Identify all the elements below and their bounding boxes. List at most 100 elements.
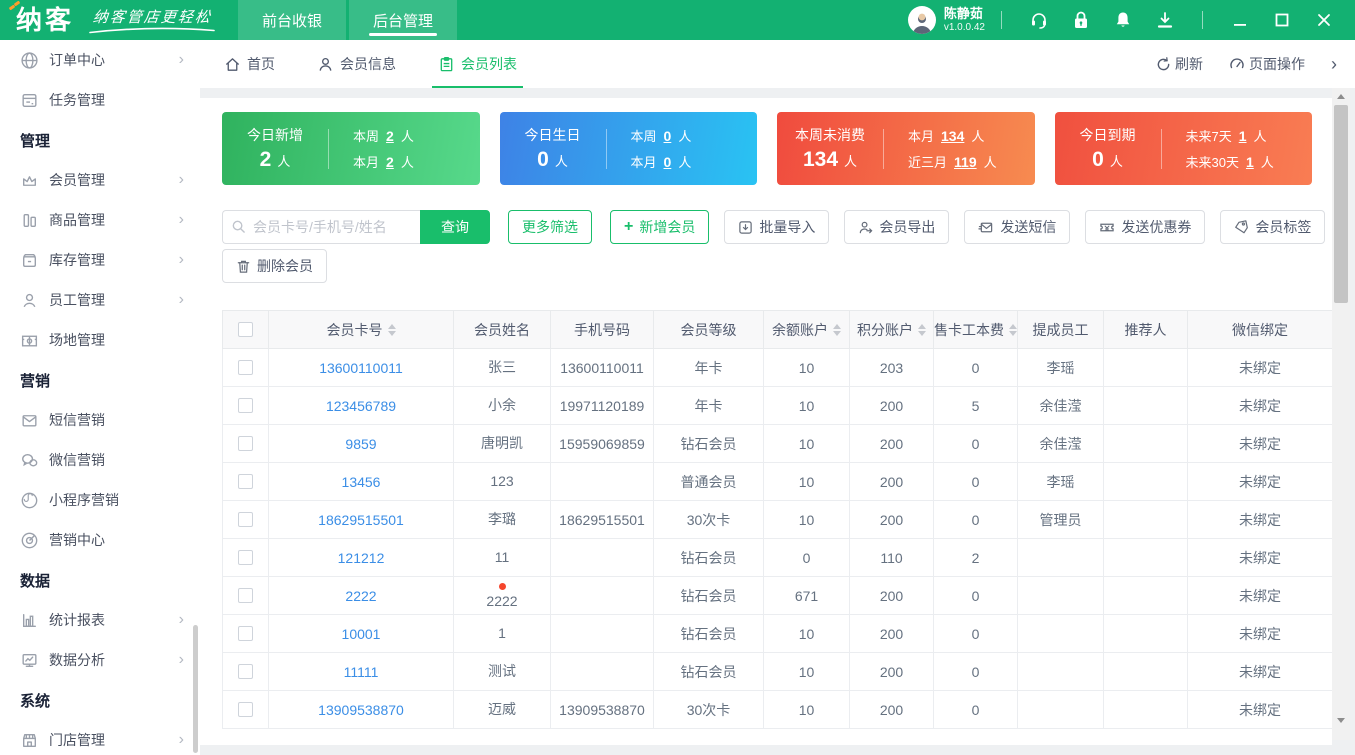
nav-tab-backoffice[interactable]: 后台管理 (349, 0, 458, 40)
sort-icon[interactable] (387, 323, 396, 336)
query-button[interactable]: 查询 (420, 210, 490, 244)
tab-member-info[interactable]: 会员信息 (317, 40, 396, 88)
member-card-link[interactable]: 123456789 (326, 398, 396, 414)
stat-link[interactable]: 0 (664, 128, 672, 144)
lock-icon[interactable] (1060, 0, 1102, 40)
member-card-link[interactable]: 10001 (342, 626, 381, 642)
sidebar-item-product-management[interactable]: 商品管理 › (0, 200, 200, 240)
stat-link[interactable]: 1 (1239, 128, 1247, 144)
table-row: 13600110011 张三 13600110011 年卡 10 203 0 李… (222, 348, 1332, 387)
page-operations-button[interactable]: 页面操作 (1229, 54, 1305, 74)
sidebar-item-statistics-reports[interactable]: 统计报表 › (0, 600, 200, 640)
sidebar-item-store-management[interactable]: 门店管理 › (0, 720, 200, 755)
sort-icon[interactable] (1009, 323, 1017, 336)
row-checkbox[interactable] (238, 588, 253, 603)
sidebar-item-inventory-management[interactable]: 库存管理 › (0, 240, 200, 280)
close-button[interactable] (1303, 0, 1345, 40)
row-checkbox[interactable] (238, 626, 253, 641)
cell-name: 唐明凯 (453, 424, 551, 463)
sidebar-item-sms-marketing[interactable]: 短信营销 (0, 400, 200, 440)
row-checkbox[interactable] (238, 398, 253, 413)
scroll-up-button[interactable] (1332, 88, 1350, 104)
bell-icon[interactable] (1102, 0, 1144, 40)
row-checkbox[interactable] (238, 664, 253, 679)
member-card-link[interactable]: 13600110011 (319, 360, 403, 376)
tab-home[interactable]: 首页 (224, 40, 275, 88)
sidebar-item-venue-management[interactable]: 场地管理 (0, 320, 200, 360)
member-card-link[interactable]: 18629515501 (318, 512, 404, 528)
header-balance[interactable]: 余额账户 (763, 310, 850, 349)
tab-member-list[interactable]: 会员列表 (432, 40, 523, 88)
headset-icon[interactable] (1018, 0, 1060, 40)
cell-checkbox (222, 614, 269, 653)
delete-member-button[interactable]: 删除会员 (222, 249, 327, 283)
send-coupon-button[interactable]: 发送优惠券 (1085, 210, 1206, 244)
member-card-link[interactable]: 13456 (342, 474, 381, 490)
header-card-no[interactable]: 会员卡号 (268, 310, 454, 349)
cell-points: 200 (849, 614, 934, 653)
cell-referrer (1103, 690, 1188, 729)
row-checkbox[interactable] (238, 436, 253, 451)
select-all-checkbox[interactable] (238, 322, 253, 337)
stat-link[interactable]: 2 (386, 128, 394, 144)
sidebar-item-staff-management[interactable]: 员工管理 › (0, 280, 200, 320)
member-export-button[interactable]: 会员导出 (844, 210, 950, 244)
card-title: 今日新增 (247, 127, 303, 143)
header-select-all[interactable] (222, 310, 269, 349)
member-card-link[interactable]: 11111 (344, 664, 379, 680)
row-checkbox[interactable] (238, 360, 253, 375)
stat-link[interactable]: 134 (941, 128, 964, 144)
download-icon[interactable] (1144, 0, 1186, 40)
card-value: 0人 (537, 148, 568, 171)
add-member-button[interactable]: + 新增会员 (610, 210, 710, 244)
scrollbar-thumb[interactable] (1334, 105, 1348, 303)
scroll-down-button[interactable] (1332, 712, 1350, 728)
more-filter-button[interactable]: 更多筛选 (508, 210, 592, 244)
search-input[interactable] (222, 210, 420, 244)
send-sms-button[interactable]: 发送短信 (964, 210, 1071, 244)
member-card-link[interactable]: 121212 (338, 550, 385, 566)
row-checkbox[interactable] (238, 550, 253, 565)
batch-import-button[interactable]: 批量导入 (724, 210, 830, 244)
cell-wechat: 未绑定 (1187, 424, 1332, 463)
avatar[interactable] (907, 6, 936, 34)
sidebar-item-miniprogram-marketing[interactable]: 小程序营销 (0, 480, 200, 520)
member-card-link[interactable]: 9859 (345, 436, 376, 452)
vertical-scrollbar[interactable] (1332, 88, 1350, 740)
row-checkbox[interactable] (238, 512, 253, 527)
stat-link[interactable]: 2 (386, 154, 394, 170)
table-row: 2222 2222 钻石会员 671 200 0 未绑定 (222, 576, 1332, 615)
sidebar-item-data-analysis[interactable]: 数据分析 › (0, 640, 200, 680)
header-card-fee[interactable]: 售卡工本费 (933, 310, 1018, 349)
cell-checkbox (222, 386, 269, 425)
bar-chart-icon (23, 613, 36, 627)
row-checkbox[interactable] (238, 702, 253, 717)
member-card-link[interactable]: 2222 (345, 588, 376, 604)
card-title: 本周未消费 (795, 127, 865, 143)
refresh-button[interactable]: 刷新 (1156, 54, 1203, 74)
stat-link[interactable]: 119 (954, 154, 977, 170)
chevron-right-icon[interactable]: › (1331, 55, 1337, 73)
nav-tab-frontdesk[interactable]: 前台收银 (238, 0, 347, 40)
maximize-button[interactable] (1261, 0, 1303, 40)
sidebar-item-order-center[interactable]: 订单中心 › (0, 40, 200, 80)
member-card-link[interactable]: 13909538870 (318, 702, 404, 718)
member-tag-button[interactable]: 会员标签 (1220, 210, 1326, 244)
sidebar-item-task-management[interactable]: 任务管理 (0, 80, 200, 120)
minimize-button[interactable] (1219, 0, 1261, 40)
card-value: 2人 (259, 148, 291, 171)
chevron-right-icon: › (178, 251, 184, 268)
sort-icon[interactable] (918, 323, 926, 336)
header-points[interactable]: 积分账户 (849, 310, 934, 349)
cell-card-no: 11111 (268, 652, 454, 691)
sidebar-item-marketing-center[interactable]: 营销中心 (0, 520, 200, 560)
cell-card-fee: 0 (933, 576, 1018, 615)
tag-icon (1235, 219, 1249, 233)
row-checkbox[interactable] (238, 474, 253, 489)
sidebar-scrollbar-thumb[interactable] (193, 625, 198, 753)
stat-link[interactable]: 0 (664, 154, 672, 170)
stat-link[interactable]: 1 (1246, 154, 1254, 170)
sidebar-item-wechat-marketing[interactable]: 微信营销 (0, 440, 200, 480)
sidebar-item-member-management[interactable]: 会员管理 › (0, 160, 200, 200)
sort-icon[interactable] (833, 323, 841, 336)
